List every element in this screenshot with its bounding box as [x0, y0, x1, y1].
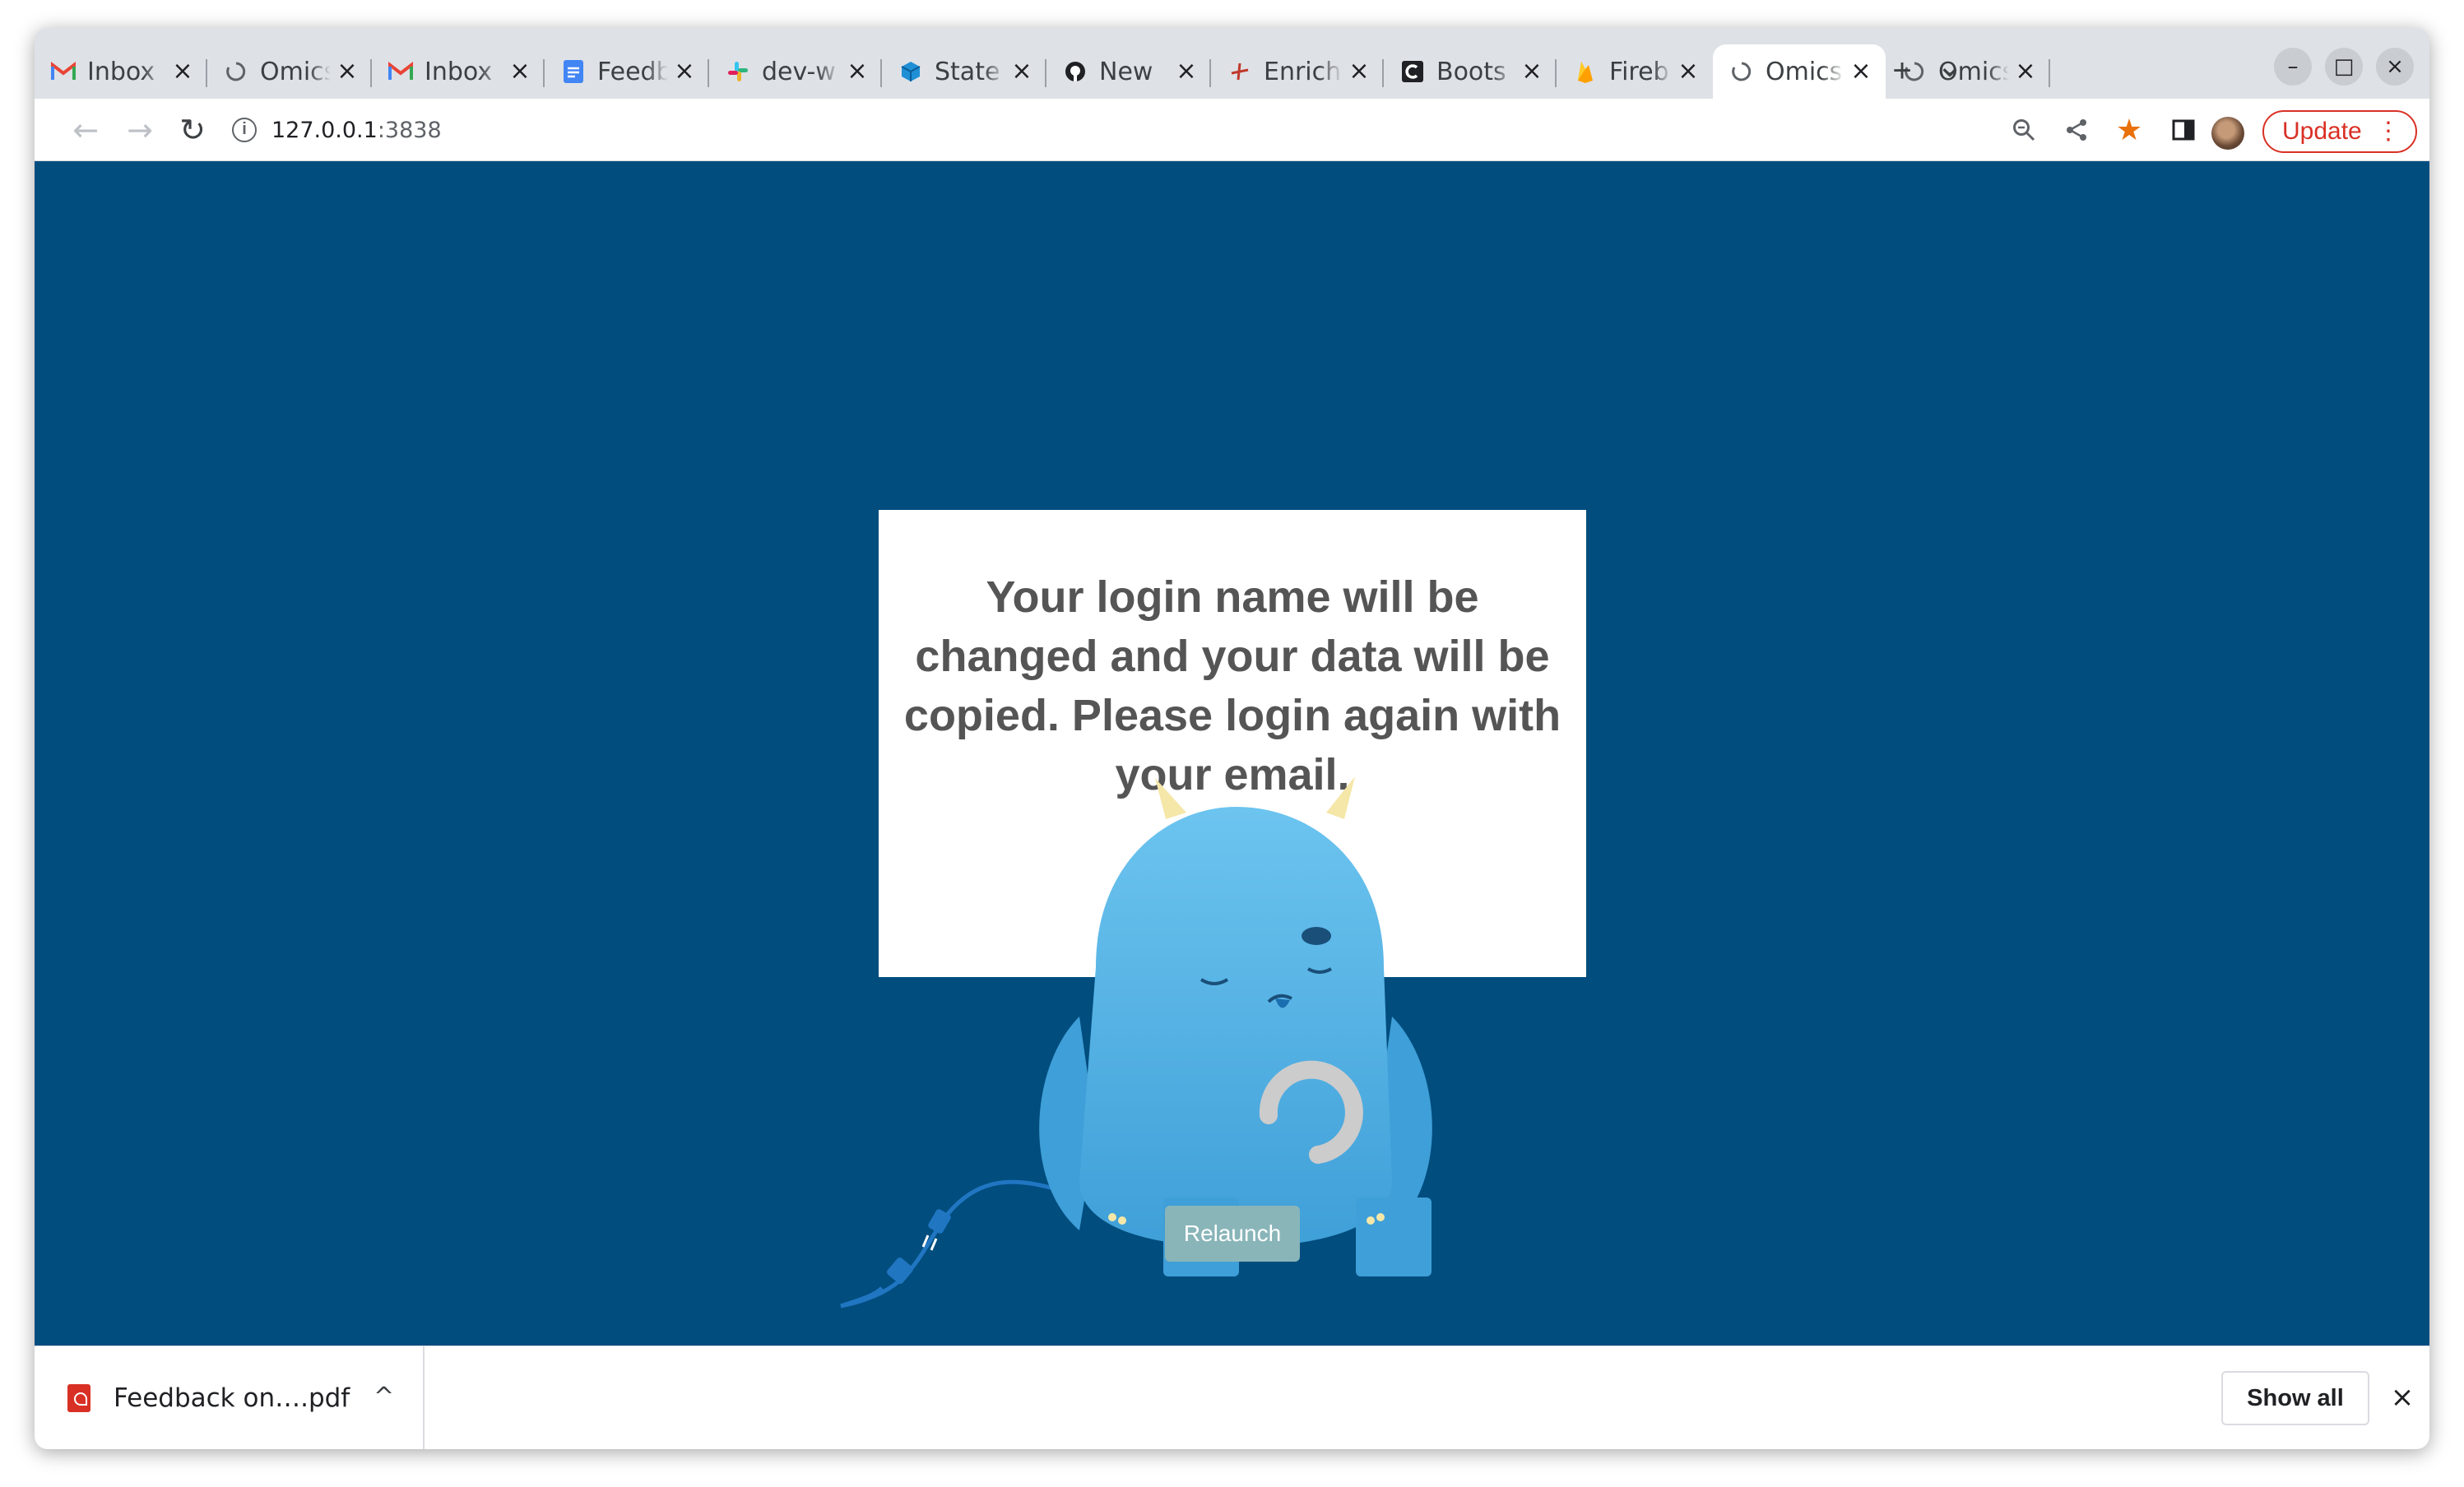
- tab-close-icon[interactable]: ×: [508, 59, 531, 84]
- tab-close-icon[interactable]: ×: [1520, 59, 1543, 84]
- download-file-name: Feedback on….pdf: [114, 1383, 350, 1413]
- slack-icon: [726, 59, 750, 84]
- back-button[interactable]: ←: [64, 109, 107, 151]
- tab-separator: [1382, 59, 1384, 87]
- tab-close-icon[interactable]: ×: [1677, 59, 1700, 84]
- tab-4[interactable]: dev-w ×: [709, 44, 882, 99]
- tab-2[interactable]: Inbox ×: [372, 44, 545, 99]
- url-host: 127.0.0.1: [271, 117, 378, 143]
- chevron-up-icon[interactable]: ^: [374, 1383, 394, 1411]
- tab-separator: [2049, 59, 2050, 87]
- close-window-button[interactable]: ×: [2376, 48, 2414, 86]
- loading-icon: [224, 59, 248, 84]
- enrich-icon: [1227, 59, 1252, 84]
- tab-search-button[interactable]: ⌄: [1932, 48, 1968, 84]
- tab-7[interactable]: Enrich ×: [1211, 44, 1384, 99]
- tab-separator: [1045, 59, 1046, 87]
- tab-title: dev-w: [762, 57, 836, 86]
- pdf-file-icon: [67, 1384, 90, 1412]
- tab-title: Boots: [1436, 57, 1506, 86]
- browser-toolbar: ← → ↻ i 127.0.0.1:3838 ★ Update ⋮: [35, 99, 2429, 161]
- close-shelf-button[interactable]: ×: [2386, 1381, 2419, 1414]
- tab-close-icon[interactable]: ×: [673, 59, 696, 84]
- tab-1[interactable]: Omics ×: [207, 44, 372, 99]
- tab-6[interactable]: New ×: [1046, 44, 1211, 99]
- tab-title: Feedback: [597, 57, 668, 86]
- tab-close-icon[interactable]: ×: [1175, 59, 1198, 84]
- tab-title: New: [1099, 57, 1153, 86]
- disconnected-monster-illustration: [840, 776, 1432, 1309]
- tab-strip: Omics × Omics × Fireb × Boots × Enrich × New × State…: [35, 28, 2429, 99]
- tab-separator: [1209, 59, 1211, 87]
- firebase-icon: [1573, 59, 1598, 84]
- tab-separator: [880, 59, 882, 87]
- show-all-button[interactable]: Show all: [2221, 1371, 2369, 1425]
- tab-0[interactable]: Inbox ×: [35, 44, 207, 99]
- tab-close-icon[interactable]: ×: [1849, 59, 1872, 84]
- tab-title: Omics: [1766, 57, 1843, 86]
- tab-close-icon[interactable]: ×: [846, 59, 869, 84]
- gmail-icon: [388, 59, 413, 84]
- tab-title: Inbox: [425, 57, 493, 86]
- tab-title: Inbox: [87, 57, 155, 86]
- new-tab-button[interactable]: +: [1884, 53, 1920, 89]
- google-docs-icon: [561, 59, 586, 84]
- tab-8[interactable]: Boots ×: [1384, 44, 1557, 99]
- tab-title: Enrich: [1264, 57, 1342, 86]
- browser-window: Omics × Omics × Fireb × Boots × Enrich × New × State…: [35, 28, 2429, 1449]
- url-port: :3838: [377, 117, 442, 143]
- minimize-button[interactable]: –: [2274, 48, 2312, 86]
- url-text[interactable]: 127.0.0.1:3838: [271, 118, 442, 143]
- tab-close-icon[interactable]: ×: [1010, 59, 1033, 84]
- loading-icon: [1729, 59, 1754, 84]
- tab-title: State: [935, 57, 1000, 86]
- tab-close-icon[interactable]: ×: [336, 59, 359, 84]
- forward-button[interactable]: →: [118, 109, 161, 151]
- tab-separator: [1555, 59, 1557, 87]
- download-item[interactable]: Feedback on….pdf: [35, 1346, 425, 1449]
- bookmark-star-icon[interactable]: ★: [2109, 110, 2149, 150]
- github-icon: [1063, 59, 1088, 84]
- tab-close-icon[interactable]: ×: [1348, 59, 1371, 84]
- cube-icon: [898, 59, 923, 84]
- tab-separator: [206, 59, 207, 87]
- zoom-icon[interactable]: [2004, 110, 2044, 150]
- tab-10[interactable]: Omics ×: [1713, 44, 1886, 99]
- side-panel-icon[interactable]: [2164, 110, 2203, 150]
- reload-button[interactable]: ↻: [171, 109, 214, 151]
- site-info-icon[interactable]: i: [232, 118, 257, 142]
- tab-9[interactable]: Fireb ×: [1557, 44, 1713, 99]
- page-content: Your login name will be changed and your…: [35, 161, 2429, 1346]
- tab-close-icon[interactable]: ×: [171, 59, 194, 84]
- tab-3[interactable]: Feedback×: [545, 44, 709, 99]
- update-label: Update: [2282, 118, 2362, 145]
- tab-title: Omics: [260, 57, 331, 86]
- download-shelf: Feedback on….pdf ^ Show all ×: [35, 1346, 2429, 1449]
- relaunch-button[interactable]: Relaunch: [1165, 1206, 1300, 1262]
- tab-close-icon[interactable]: ×: [2014, 59, 2037, 84]
- c-logo-icon: [1400, 59, 1425, 84]
- socket-icon: [840, 1257, 913, 1309]
- tab-title: Fireb: [1609, 57, 1669, 86]
- maximize-button[interactable]: □: [2325, 48, 2363, 86]
- tab-separator: [708, 59, 709, 87]
- menu-icon[interactable]: ⋮: [2376, 117, 2401, 146]
- tab-separator: [543, 59, 545, 87]
- update-button[interactable]: Update ⋮: [2262, 110, 2417, 153]
- share-icon[interactable]: [2057, 110, 2096, 150]
- tab-5[interactable]: State ×: [882, 44, 1046, 99]
- profile-avatar[interactable]: [2211, 117, 2244, 150]
- tab-separator: [370, 59, 372, 87]
- gmail-icon: [51, 59, 76, 84]
- address-bar[interactable]: i 127.0.0.1:3838: [219, 105, 2188, 155]
